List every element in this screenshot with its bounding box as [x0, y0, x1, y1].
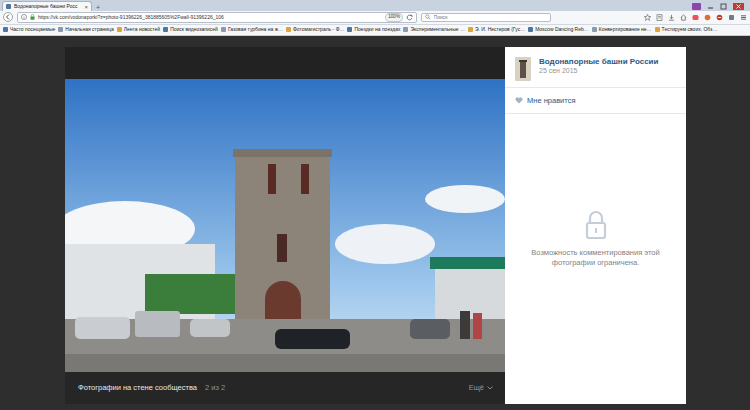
- secure-lock-icon: [30, 14, 35, 20]
- bookmark-favicon-icon: [403, 27, 408, 32]
- bookmark-label[interactable]: Газовая турбина на ж…: [228, 26, 283, 34]
- photo-column: Фотографии на стене сообщества 2 из 2 Ещ…: [65, 47, 505, 404]
- bookmark-star-icon[interactable]: [644, 14, 651, 21]
- more-label[interactable]: Ещё: [469, 382, 484, 393]
- bookmark-favicon-icon: [655, 27, 660, 32]
- bookmark-item[interactable]: Часто посещаемые: [3, 26, 55, 34]
- bookmark-item[interactable]: Поездки на поездах: [347, 26, 400, 34]
- info-icon[interactable]: [21, 14, 27, 20]
- photo-caption-bar: Фотографии на стене сообщества 2 из 2 Ещ…: [65, 372, 505, 404]
- author-block: Водонапорные башни России 25 сен 2015: [505, 47, 686, 88]
- close-window-icon[interactable]: [733, 3, 744, 10]
- tab-title[interactable]: Водонапорные башни Росс: [14, 3, 81, 11]
- photo-counter: 2 из 2: [205, 382, 225, 393]
- address-field[interactable]: https://vk.com/vodonaporki?z=photo-91396…: [17, 12, 417, 23]
- bookmark-label[interactable]: Э. И. Нестеров (Гус…: [475, 26, 525, 34]
- bookmark-label[interactable]: Moscow Dancing Reb…: [535, 26, 589, 34]
- home-icon[interactable]: [680, 14, 687, 21]
- navigation-bar: https://vk.com/vodonaporki?z=photo-91396…: [0, 11, 750, 25]
- search-field[interactable]: [421, 13, 551, 23]
- new-tab-button[interactable]: +: [92, 4, 104, 11]
- album-caption[interactable]: Фотографии на стене сообщества: [78, 382, 197, 393]
- post-date: 25 сен 2015: [539, 66, 658, 75]
- photo[interactable]: [65, 79, 505, 372]
- bookmark-favicon-icon: [58, 27, 63, 32]
- bookmark-label[interactable]: Фотомагистраль - Ф…: [293, 26, 344, 34]
- bookmark-label[interactable]: Конвертирование не…: [599, 26, 652, 34]
- bookmark-favicon-icon: [221, 27, 226, 32]
- bookmark-label[interactable]: Поиск видеозаписей: [170, 26, 218, 34]
- info-panel: Водонапорные башни России 25 сен 2015 Мн…: [505, 47, 686, 404]
- bookmark-label[interactable]: Поездки на поездах: [354, 26, 400, 34]
- close-tab-button[interactable]: ×: [84, 4, 88, 10]
- bookmark-label[interactable]: Часто посещаемые: [10, 26, 55, 34]
- bookmark-label[interactable]: Экспериментальные …: [410, 26, 464, 34]
- like-button[interactable]: Мне нравится: [505, 88, 686, 114]
- bookmark-favicon-icon: [347, 27, 352, 32]
- reload-icon[interactable]: [406, 14, 413, 21]
- more-menu[interactable]: Ещё: [469, 382, 493, 393]
- extension-icon[interactable]: [728, 14, 735, 21]
- bookmark-favicon-icon: [3, 27, 8, 32]
- bookmark-item[interactable]: Moscow Dancing Reb…: [528, 26, 589, 34]
- minimize-icon[interactable]: [707, 3, 714, 10]
- photo-viewer: Фотографии на стене сообщества 2 из 2 Ещ…: [65, 47, 686, 404]
- bookmark-favicon-icon: [286, 27, 291, 32]
- window-controls: [692, 3, 748, 10]
- maximize-icon[interactable]: [720, 3, 727, 10]
- bookmark-label[interactable]: Лента новостей: [124, 26, 160, 34]
- comments-notice: Возможность комментирования этой фотогра…: [519, 248, 672, 268]
- browser-tab[interactable]: Водонапорные башни Росс×: [2, 1, 92, 11]
- toolbar: [644, 14, 747, 21]
- bookmarks-bar: Часто посещаемые Начальная страница Лента …: [0, 25, 750, 36]
- bookmark-item[interactable]: Э. И. Нестеров (Гус…: [468, 26, 525, 34]
- author-text: Водонапорные башни России 25 сен 2015: [539, 57, 658, 76]
- bookmark-item[interactable]: Начальная страница: [58, 26, 113, 34]
- bookmark-favicon-icon: [117, 27, 122, 32]
- tab-strip: Водонапорные башни Росс× +: [0, 0, 750, 11]
- bookmark-favicon-icon: [163, 27, 168, 32]
- bookmark-item[interactable]: Фотомагистраль - Ф…: [286, 26, 344, 34]
- page: Фотографии на стене сообщества 2 из 2 Ещ…: [0, 36, 750, 410]
- search-icon: [425, 14, 431, 20]
- bookmark-item[interactable]: Тестируем своих. Обз…: [655, 26, 718, 34]
- bookmark-item[interactable]: Лента новостей: [117, 26, 160, 34]
- comments-locked: Возможность комментирования этой фотогра…: [505, 114, 686, 404]
- photo-top-strip: [65, 47, 505, 79]
- zoom-indicator[interactable]: 100%: [385, 13, 403, 22]
- group-name[interactable]: Водонапорные башни России: [539, 57, 658, 67]
- tab-list: Водонапорные башни Росс×: [2, 1, 92, 11]
- download-icon[interactable]: [668, 14, 675, 21]
- reading-list-icon[interactable]: [656, 14, 663, 21]
- like-label[interactable]: Мне нравится: [527, 95, 575, 106]
- bookmark-item[interactable]: Экспериментальные …: [403, 26, 464, 34]
- pocket-icon[interactable]: [692, 14, 699, 21]
- bookmark-favicon-icon: [528, 27, 533, 32]
- addon-icon[interactable]: [692, 3, 701, 10]
- browser-window: Водонапорные башни Росс× + https://vk.co…: [0, 0, 750, 410]
- bookmark-favicon-icon: [468, 27, 473, 32]
- bookmark-label[interactable]: Начальная страница: [65, 26, 113, 34]
- bookmark-favicon-icon: [592, 27, 597, 32]
- bookmark-label[interactable]: Тестируем своих. Обз…: [662, 26, 718, 34]
- search-input[interactable]: [434, 14, 547, 22]
- url-text: https://vk.com/vodonaporki?z=photo-91396…: [38, 14, 382, 22]
- lock-icon: [585, 210, 607, 240]
- bookmark-item[interactable]: Поиск видеозаписей: [163, 26, 218, 34]
- bookmark-item[interactable]: Газовая турбина на ж…: [221, 26, 283, 34]
- vk-favicon-icon: [6, 4, 11, 9]
- addon-block-icon[interactable]: [716, 14, 723, 21]
- heart-icon[interactable]: [515, 97, 523, 104]
- bookmark-item[interactable]: Конвертирование не…: [592, 26, 652, 34]
- menu-icon[interactable]: [740, 14, 747, 21]
- group-avatar-icon[interactable]: [515, 57, 531, 81]
- chevron-down-icon[interactable]: [487, 386, 493, 390]
- sync-icon[interactable]: [704, 14, 711, 21]
- back-icon[interactable]: [3, 12, 13, 22]
